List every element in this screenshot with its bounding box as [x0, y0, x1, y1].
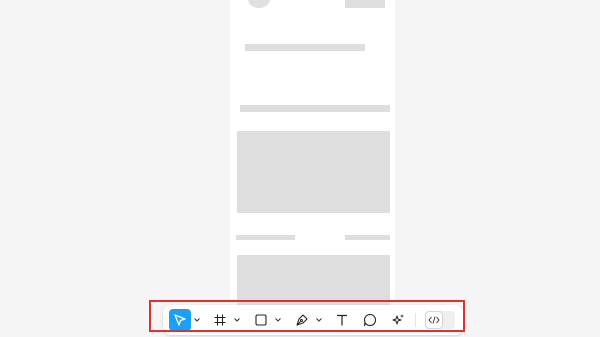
- title-placeholder: [245, 44, 365, 51]
- toolbar-highlight-box: [149, 300, 465, 332]
- section-divider-placeholder: [240, 105, 390, 112]
- text-placeholder-right: [345, 235, 390, 240]
- image-placeholder-large: [237, 131, 390, 213]
- header-placeholder-right: [345, 0, 385, 8]
- text-placeholder-left: [236, 235, 295, 240]
- image-placeholder-bottom: [237, 255, 390, 305]
